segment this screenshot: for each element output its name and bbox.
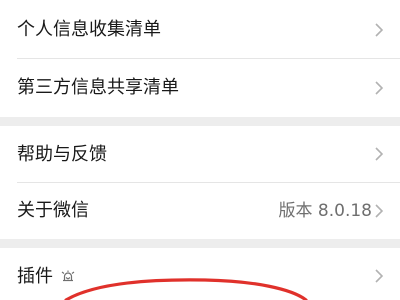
chevron-right-icon [375,147,384,161]
chevron-right-icon [375,269,384,283]
chevron-right-icon [375,23,384,37]
settings-item-label: 第三方信息共享清单 [17,77,179,98]
settings-item-about-wechat[interactable]: 关于微信 版本 8.0.18 [0,183,400,239]
plugins-group: 插件 [0,248,400,300]
settings-item-label: 关于微信 [17,200,89,221]
settings-screen: 个人信息收集清单 第三方信息共享清单 帮助与反馈 关于微信 版本 8.0.18 [0,0,400,300]
version-value: 版本 8.0.18 [278,201,372,221]
settings-item-label: 帮助与反馈 [17,144,107,165]
chevron-right-icon [375,204,384,218]
settings-item-plugins[interactable]: 插件 [0,248,400,300]
settings-item-label: 插件 [17,266,53,287]
settings-item-label: 个人信息收集清单 [17,19,161,40]
settings-item-third-party-sharing-list[interactable]: 第三方信息共享清单 [0,59,400,117]
settings-item-help-feedback[interactable]: 帮助与反馈 [0,126,400,182]
help-about-group: 帮助与反馈 关于微信 版本 8.0.18 [0,126,400,239]
settings-item-personal-info-list[interactable]: 个人信息收集清单 [0,0,400,58]
privacy-group: 个人信息收集清单 第三方信息共享清单 [0,0,400,117]
chevron-right-icon [375,81,384,95]
plugin-bell-icon [61,270,75,282]
